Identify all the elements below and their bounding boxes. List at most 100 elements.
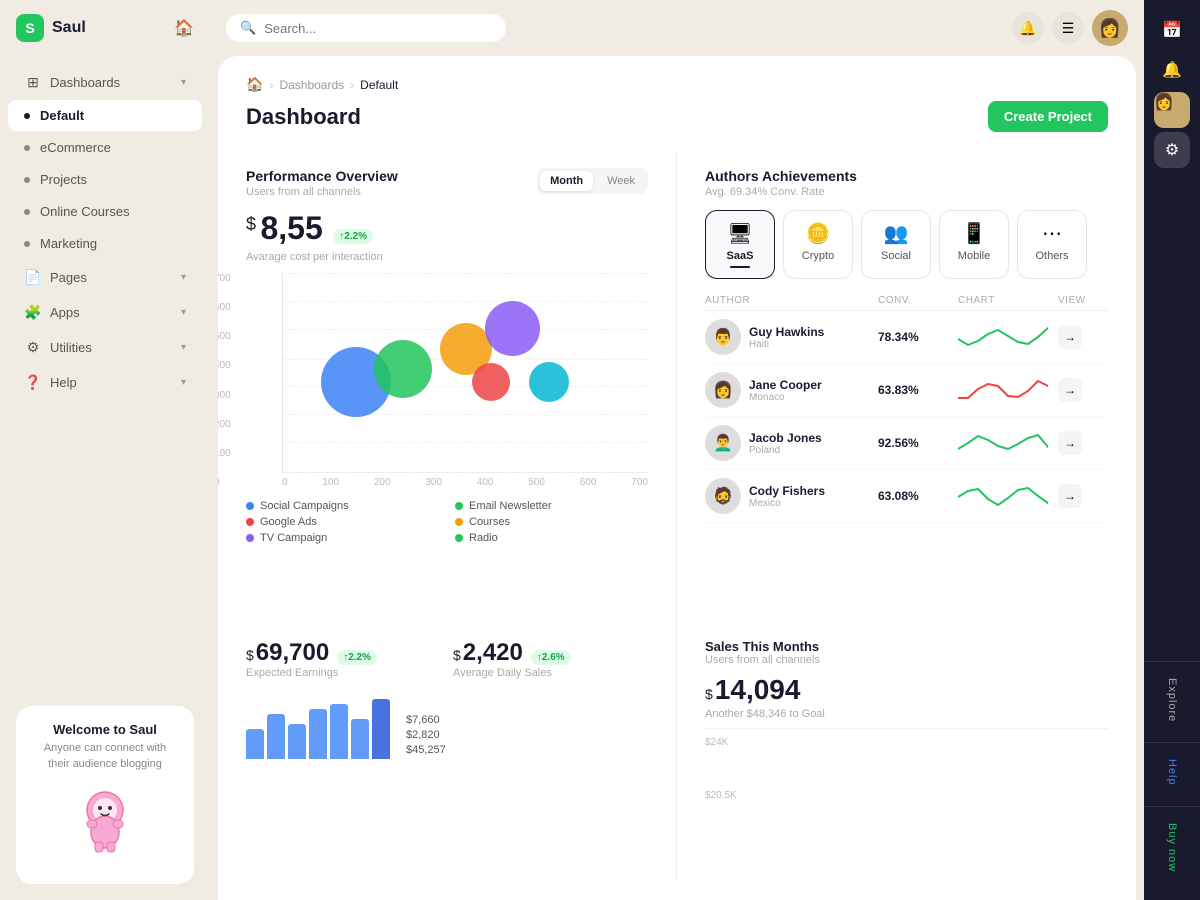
search-input[interactable] [264,21,492,36]
help-icon: ❓ [24,373,42,391]
chart-legend: Social Campaigns Email Newsletter Google… [246,500,648,544]
ecommerce-dot [24,145,30,151]
authors-subtitle: Avg. 69.34% Conv. Rate [705,186,1108,198]
right-sidebar: 📅 🔔 👩 ⚙ Explore Help Buy now [1144,0,1200,900]
authors-table: Author Conv. Chart View 👨 Guy Hawkins Ha… [705,291,1108,523]
legend-item-3: Courses [455,516,648,528]
y-label: 200 [218,419,231,430]
earn-currency: $ [246,647,254,663]
stat-currency: $ [246,214,256,235]
rs-user-avatar[interactable]: 👩 [1154,92,1190,128]
sidebar-item-apps[interactable]: 🧩 Apps ▾ [8,295,202,329]
conv-rate-2: 92.56% [878,436,958,450]
user-avatar[interactable]: 👩 [1092,10,1128,46]
saas-tab-label: SaaS [727,250,754,262]
page-title: Dashboard [246,104,361,130]
view-btn-3[interactable]: → [1058,484,1082,508]
sidebar-item-online-courses[interactable]: Online Courses [8,196,202,227]
daily-label: Average Daily Sales [453,667,648,679]
author-avatar-2: 👨‍🦱 [705,425,741,461]
month-toggle[interactable]: Month [540,171,593,191]
sidebar-item-default[interactable]: Default [8,100,202,131]
sidebar-header: S Saul 🏠 [0,0,210,56]
daily-num: 2,420 [463,639,523,667]
sidebar-item-marketing[interactable]: Marketing [8,228,202,259]
pages-icon: 📄 [24,268,42,286]
saas-tab-icon: 🖥 [727,221,752,246]
tab-social[interactable]: 👥 Social [861,210,931,279]
dashboards-chevron: ▾ [181,77,186,88]
legend-item-5: Radio [455,532,648,544]
bubble-chart [282,273,648,473]
y-label-24k: $24K [705,737,728,748]
back-icon[interactable]: 🏠 [174,18,194,38]
bar-2 [288,724,306,759]
earn-amount: 69,700 [256,639,329,667]
sales-card: Sales This Months Users from all channel… [677,623,1108,880]
x-axis: 0100200300400500600700 [282,473,648,488]
view-btn-1[interactable]: → [1058,378,1082,402]
apps-chevron: ▾ [181,307,186,318]
stat-pair: $ 69,700 ↑2.2% Expected Earnings $ 2,420… [246,639,648,679]
explore-label[interactable]: Explore [1166,670,1178,730]
others-tab-label: Others [1035,250,1068,262]
rs-settings-icon[interactable]: ⚙ [1154,132,1190,168]
tab-saas[interactable]: 🖥 SaaS [705,210,775,279]
perf-header: Performance Overview Users from all chan… [246,168,648,198]
sidebar-label-help: Help [50,375,77,390]
view-btn-0[interactable]: → [1058,325,1082,349]
y-label-20k: $20.5K [705,790,1108,801]
author-country-0: Haiti [749,339,824,350]
stat-badge: ↑2.2% [333,229,373,244]
help-label[interactable]: Help [1166,751,1178,794]
rs-bell-icon[interactable]: 🔔 [1154,52,1190,88]
menu-icon[interactable]: ☰ [1052,12,1084,44]
sidebar-label-online-courses: Online Courses [40,204,130,219]
tab-mobile[interactable]: 📱 Mobile [939,210,1009,279]
daily-sales: $ 2,420 ↑2.6% Average Daily Sales [453,639,648,679]
author-row-1: 👩 Jane Cooper Monaco 63.83% → [705,364,1108,417]
search-box[interactable]: 🔍 [226,14,506,42]
breadcrumb-sep: › [269,78,273,92]
mobile-tab-label: Mobile [958,250,990,262]
y-label: 600 [218,302,231,313]
breadcrumb-sep2: › [350,78,354,92]
author-info-2: 👨‍🦱 Jacob Jones Poland [705,425,878,461]
author-country-3: Mexico [749,498,825,509]
expected-earnings: $ 69,700 ↑2.2% Expected Earnings [246,639,441,679]
sidebar-item-help[interactable]: ❓ Help ▾ [8,365,202,399]
sidebar-item-dashboards[interactable]: ⊞ Dashboards ▾ [8,65,202,99]
main-area: 🔍 🔔 ☰ 👩 🏠 › Dashboards › Default Dashboa… [210,0,1144,900]
x-label: 200 [374,477,391,488]
crypto-tab-label: Crypto [802,250,834,262]
author-name-1: Jane Cooper [749,378,822,392]
utilities-icon: ⚙ [24,338,42,356]
earn-label: Expected Earnings [246,667,441,679]
view-btn-2[interactable]: → [1058,431,1082,455]
dashboard-grid: Performance Overview Users from all chan… [218,152,1136,900]
sales-amount-row: $ 14,094 [705,674,1108,706]
tab-others[interactable]: ⋯ Others [1017,210,1087,279]
create-project-button[interactable]: Create Project [988,101,1108,132]
sidebar-item-utilities[interactable]: ⚙ Utilities ▾ [8,330,202,364]
sidebar-label-dashboards: Dashboards [50,75,120,90]
sidebar-label-pages: Pages [50,270,87,285]
authors-card: Authors Achievements Avg. 69.34% Conv. R… [677,152,1108,623]
y-label: 500 [218,331,231,342]
tab-crypto[interactable]: 🪙 Crypto [783,210,853,279]
utilities-chevron: ▾ [181,342,186,353]
page-header: 🏠 › Dashboards › Default Dashboard Creat… [218,56,1136,152]
notifications-icon[interactable]: 🔔 [1012,12,1044,44]
sidebar-item-pages[interactable]: 📄 Pages ▾ [8,260,202,294]
week-toggle[interactable]: Week [597,171,645,191]
daily-badge: ↑2.6% [531,650,571,665]
sidebar-item-ecommerce[interactable]: eCommerce [8,132,202,163]
buy-label[interactable]: Buy now [1166,815,1178,880]
rs-calendar-icon[interactable]: 📅 [1154,12,1190,48]
author-country-1: Monaco [749,392,822,403]
sidebar-item-projects[interactable]: Projects [8,164,202,195]
breadcrumb-dashboards[interactable]: Dashboards [279,78,344,92]
breadcrumb-home[interactable]: 🏠 [246,76,263,93]
author-avatar-1: 👩 [705,372,741,408]
author-row-3: 🧔 Cody Fishers Mexico 63.08% → [705,470,1108,523]
